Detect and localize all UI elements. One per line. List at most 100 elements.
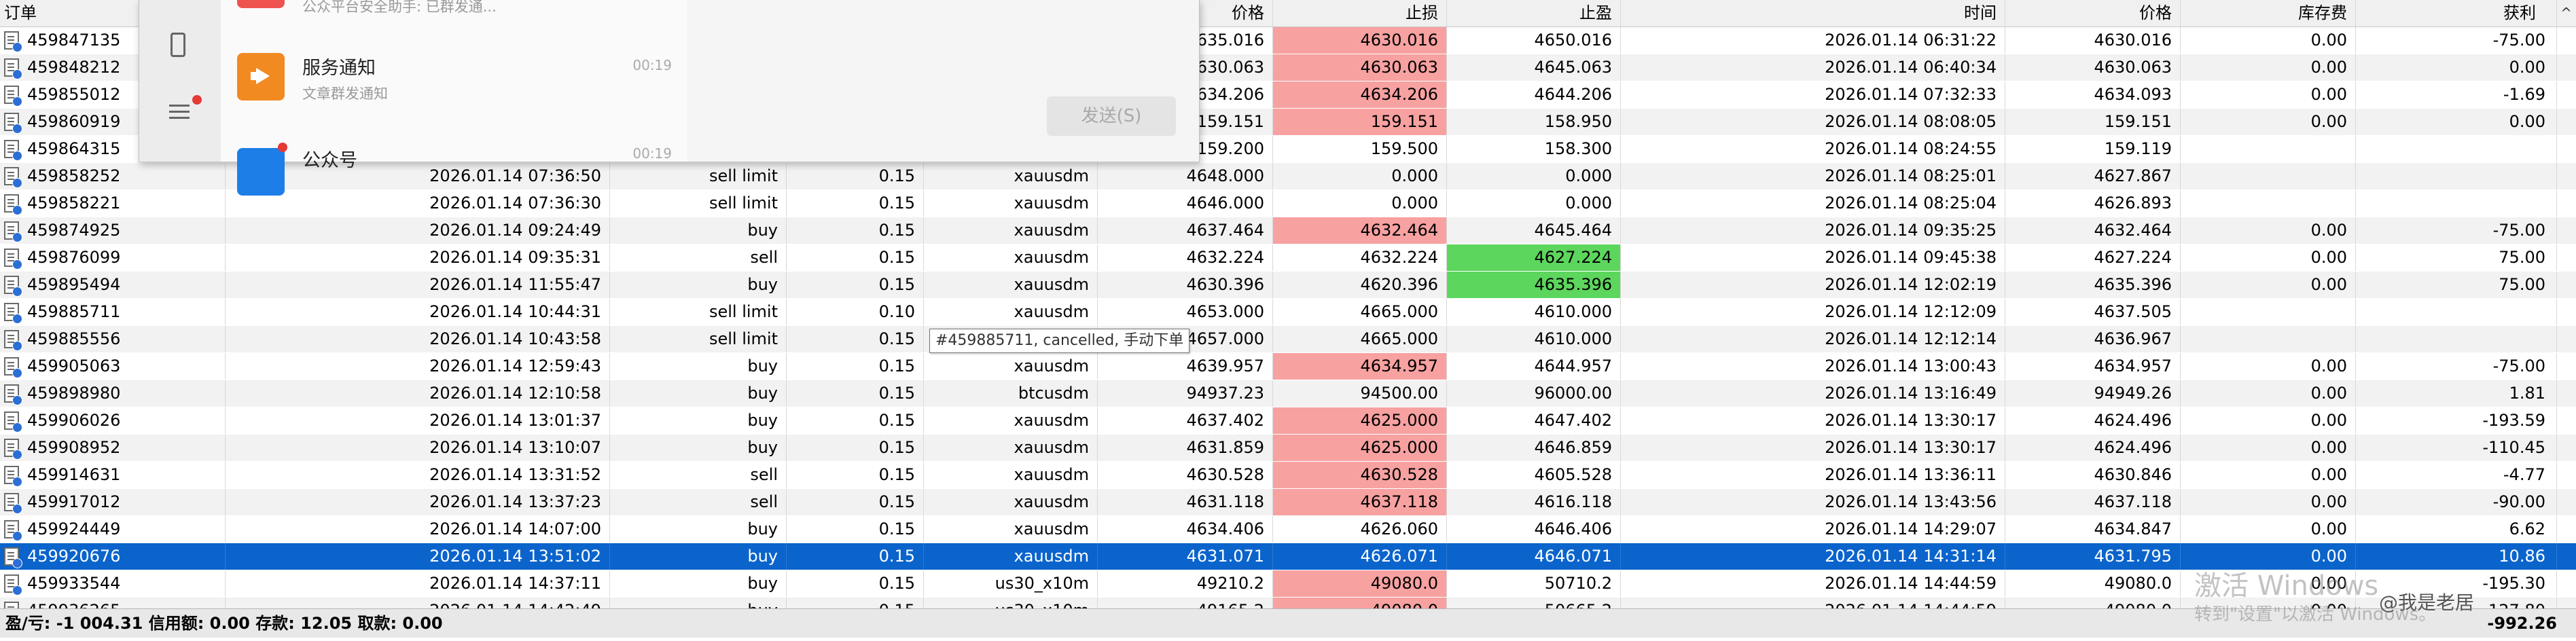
table-row[interactable]: 459917012 2026.01.14 13:37:23 sell 0.15 xauu… [0,489,2576,515]
cell-tp: 4616.118 [1447,489,1621,515]
send-button[interactable]: 发送(S) [1047,96,1176,136]
cell-type: buy [610,353,787,380]
cell-volume: 0.15 [787,516,924,543]
cell-close-time: 2026.01.14 14:29:07 [1621,516,2005,543]
table-row[interactable]: 459908952 2026.01.14 13:10:07 buy 0.15 xauus… [0,435,2576,461]
cell-close-price: 4626.893 [2005,190,2181,217]
cell-close-price: 4635.396 [2005,272,2181,298]
cell-sl: 4665.000 [1273,299,1447,325]
cell-sl: 94500.00 [1273,380,1447,407]
cell-swap: 0.00 [2181,435,2356,461]
table-row[interactable]: 459885711 2026.01.14 10:44:31 sell limit 0.… [0,299,2576,325]
cell-volume: 0.15 [787,163,924,189]
cell-symbol: xauusdm [924,353,1098,380]
cell-swap [2181,326,2356,352]
order-doc-icon [4,276,22,297]
table-row[interactable]: 459874925 2026.01.14 09:24:49 buy 0.15 xauus… [0,217,2576,244]
chat-item-subtitle: 文章群发通知 [302,86,388,102]
order-doc-icon [4,221,22,242]
order-doc-icon [4,547,22,568]
cell-order: 459885711 [0,299,226,325]
order-doc-icon [4,58,22,79]
order-doc-icon [4,31,22,52]
cell-price: 4637.402 [1098,407,1273,434]
cell-volume: 0.15 [787,244,924,271]
order-doc-icon [4,113,22,134]
cell-sl: 0.000 [1273,190,1447,217]
col-tp-header[interactable]: 止盈 [1447,0,1621,26]
menu-icon[interactable] [169,105,190,119]
cell-close-time: 2026.01.14 08:25:04 [1621,190,2005,217]
cell-volume: 0.15 [787,217,924,244]
cell-profit: -75.00 [2356,353,2557,380]
cell-profit: -90.00 [2356,489,2557,515]
order-doc-icon [4,520,22,541]
total-profit: -992.26 [2487,614,2557,633]
cell-profit: -110.45 [2356,435,2557,461]
cell-tp: 4646.071 [1447,543,1621,570]
cell-symbol: xauusdm [924,272,1098,298]
phone-icon[interactable] [171,33,185,57]
cell-swap: 0.00 [2181,489,2356,515]
cell-order: 459917012 [0,489,226,515]
col-sl-header[interactable]: 止损 [1273,0,1447,26]
cell-profit [2356,136,2557,162]
cell-volume: 0.15 [787,353,924,380]
cell-order: 459885556 [0,326,226,352]
col-profit-header[interactable]: 获利 [2356,0,2557,26]
cell-profit [2356,190,2557,217]
cell-volume: 0.15 [787,407,924,434]
cell-tp: 4610.000 [1447,299,1621,325]
unread-badge [278,143,287,152]
table-row[interactable]: 459895494 2026.01.14 11:55:47 buy 0.15 xauus… [0,272,2576,298]
cell-price: 4646.000 [1098,190,1273,217]
cell-type: sell [610,462,787,488]
cell-volume: 0.15 [787,190,924,217]
table-row[interactable]: 459906026 2026.01.14 13:01:37 buy 0.15 xauus… [0,407,2576,434]
table-row[interactable]: 459898980 2026.01.14 12:10:58 buy 0.15 btcus… [0,380,2576,407]
table-row[interactable]: 459924449 2026.01.14 14:07:00 buy 0.15 xauus… [0,516,2576,543]
cell-swap: 0.00 [2181,407,2356,434]
table-row[interactable]: 459876099 2026.01.14 09:35:31 sell 0.15 xauu… [0,244,2576,271]
chat-item-official[interactable]: 公众号 00:19 [237,141,672,202]
cell-time: 2026.01.14 12:10:58 [226,380,610,407]
chat-item-time: 00:19 [632,57,672,73]
cell-profit [2356,163,2557,189]
cell-time: 2026.01.14 09:35:31 [226,244,610,271]
cell-tp: 158.950 [1447,109,1621,135]
col-swap-header[interactable]: 库存费 [2181,0,2356,26]
table-row[interactable]: 459885556 2026.01.14 10:43:58 sell limit 0.… [0,326,2576,352]
col-close-time-header[interactable]: 时间 [1621,0,2005,26]
table-row[interactable]: 459914631 2026.01.14 13:31:52 sell 0.15 xauu… [0,462,2576,488]
table-row[interactable]: 459920676 2026.01.14 13:51:02 buy 0.15 xauus… [0,543,2576,570]
table-row[interactable]: 459905063 2026.01.14 12:59:43 buy 0.15 xauus… [0,353,2576,380]
cell-order: 459895494 [0,272,226,298]
cell-price: 4632.224 [1098,244,1273,271]
cell-profit: 75.00 [2356,244,2557,271]
cell-close-price: 4634.093 [2005,81,2181,108]
chat-item-service[interactable]: 服务通知 00:19 文章群发通知 [237,53,672,114]
chat-item-title: 公众号 [302,150,357,171]
cell-tp: 50710.2 [1447,570,1621,597]
col-close-price-header[interactable]: 价格 [2005,0,2181,26]
cell-order: 459876099 [0,244,226,271]
order-doc-icon [4,439,22,460]
chat-item-security[interactable]: 公众平台安全助手: 已群发通... [237,0,672,22]
chat-sidebar [139,0,221,162]
cell-symbol: us30_x10m [924,570,1098,597]
cell-close-price: 4631.795 [2005,543,2181,570]
cell-type: buy [610,380,787,407]
cell-swap: 0.00 [2181,380,2356,407]
cell-price: 4639.957 [1098,353,1273,380]
order-doc-icon [4,194,22,215]
cell-close-price: 4627.224 [2005,244,2181,271]
cell-tp: 4650.016 [1447,27,1621,54]
cell-type: sell limit [610,326,787,352]
cell-order: 459908952 [0,435,226,461]
cell-profit: 6.62 [2356,516,2557,543]
cell-order: 459933544 [0,570,226,597]
cell-profit: -4.77 [2356,462,2557,488]
cell-time: 2026.01.14 13:01:37 [226,407,610,434]
cell-price: 4653.000 [1098,299,1273,325]
table-row[interactable]: 459933544 2026.01.14 14:37:11 buy 0.15 us30_… [0,570,2576,597]
